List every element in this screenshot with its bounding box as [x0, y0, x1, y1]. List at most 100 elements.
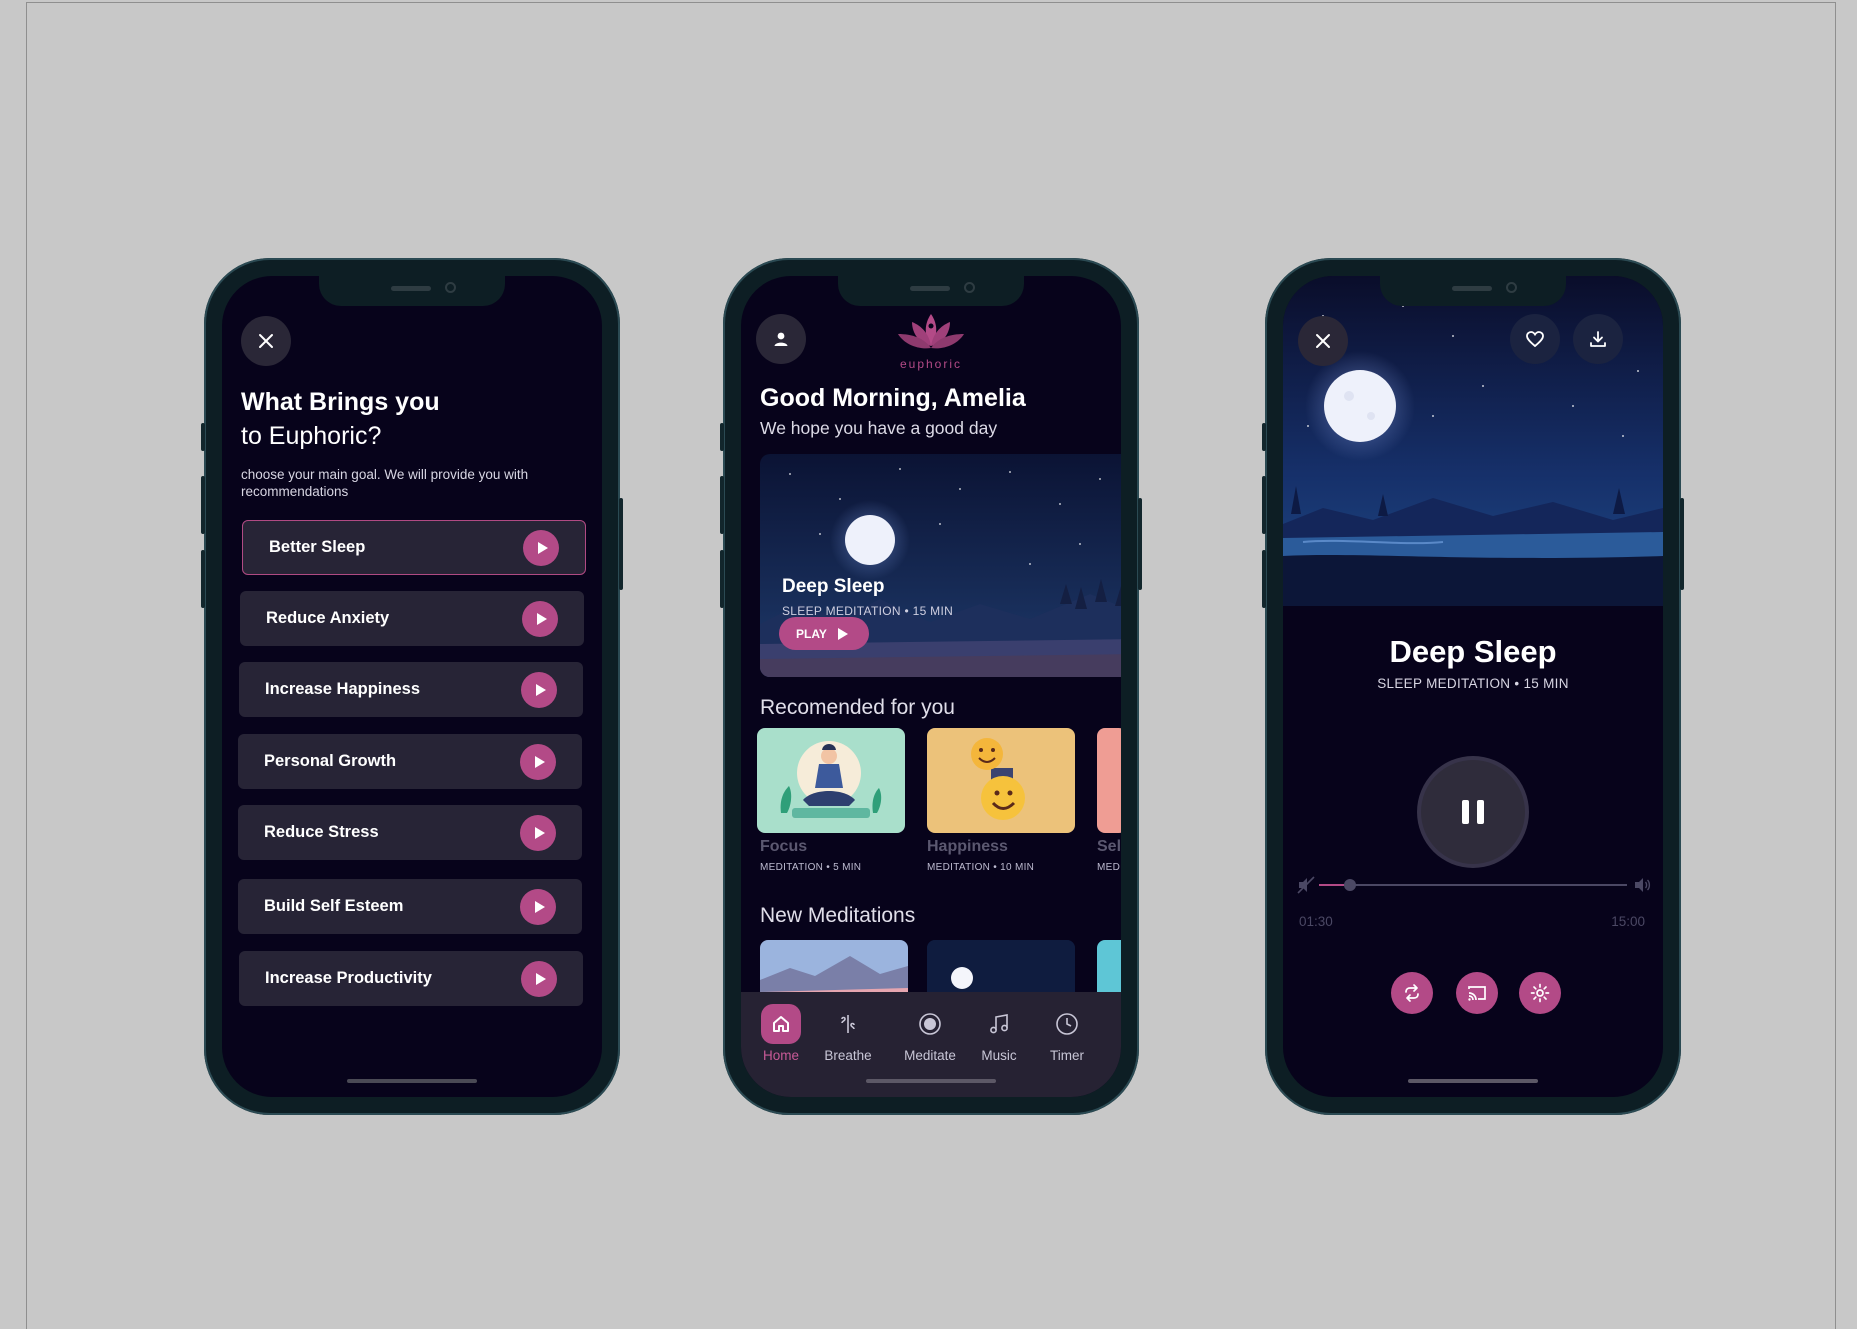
settings-button[interactable]: [1519, 972, 1561, 1014]
new-meditation-card[interactable]: [760, 940, 908, 1000]
recommended-meta: MEDITATION • 5 MIN: [760, 862, 862, 873]
goal-label: Better Sleep: [269, 538, 366, 556]
nav-label: Meditate: [904, 1048, 956, 1063]
user-icon: [774, 332, 788, 346]
phone-home: euphoric Good Morning, Amelia We hope yo…: [720, 258, 1142, 1115]
volume-icon[interactable]: [1633, 876, 1651, 894]
goal-label: Reduce Anxiety: [266, 609, 390, 627]
progress-knob[interactable]: [1343, 879, 1356, 891]
home-indicator[interactable]: [347, 1079, 477, 1083]
play-icon: [523, 529, 559, 566]
close-button[interactable]: [241, 316, 291, 366]
new-meditations-heading: New Meditations: [760, 904, 916, 927]
nav-home[interactable]: Home: [751, 1004, 811, 1063]
favorite-button[interactable]: [1510, 314, 1560, 364]
nav-breathe[interactable]: Breathe: [818, 1004, 878, 1063]
featured-play-button[interactable]: PLAY: [779, 617, 869, 650]
elapsed-time: 01:30: [1299, 914, 1333, 929]
recommended-heading: Recomended for you: [760, 696, 955, 719]
track-title: Deep Sleep: [1389, 634, 1557, 669]
brand-logo: euphoric: [891, 310, 971, 371]
lotus-icon: [898, 314, 964, 349]
goal-label: Personal Growth: [264, 752, 397, 770]
close-icon: [1316, 334, 1330, 348]
onboarding-screen: What Brings you to Euphoric? choose your…: [222, 276, 602, 1097]
phone-player: Deep Sleep SLEEP MEDITATION • 15 MIN 01:…: [1262, 258, 1684, 1115]
play-label: PLAY: [796, 626, 827, 641]
play-icon: [521, 960, 557, 997]
goal-option-reduce-stress[interactable]: Reduce Stress: [238, 805, 582, 860]
meditate-icon: [910, 1004, 950, 1044]
happy-faces-illustration: [971, 738, 1025, 820]
breathe-icon: [828, 1004, 868, 1044]
new-meditation-card[interactable]: [927, 940, 1075, 1000]
profile-button[interactable]: [756, 314, 806, 364]
mountain-sunset-image: [760, 940, 908, 1000]
featured-card[interactable]: Deep Sleep SLEEP MEDITATION • 15 MIN PLA…: [760, 454, 1121, 677]
recommended-title: Self: [1097, 838, 1121, 855]
play-icon: [522, 600, 558, 637]
close-icon: [259, 334, 273, 348]
recommended-card-happiness[interactable]: [927, 728, 1075, 833]
home-screen: euphoric Good Morning, Amelia We hope yo…: [741, 276, 1121, 1097]
featured-title: Deep Sleep: [782, 576, 885, 597]
player-screen: Deep Sleep SLEEP MEDITATION • 15 MIN 01:…: [1283, 276, 1663, 1097]
repeat-icon: [1405, 984, 1419, 1002]
goal-label: Increase Productivity: [265, 969, 432, 987]
goal-label: Build Self Esteem: [264, 897, 404, 915]
repeat-button[interactable]: [1391, 972, 1433, 1014]
nav-music[interactable]: Music: [969, 1004, 1029, 1063]
nav-timer[interactable]: Timer: [1037, 1004, 1097, 1063]
home-icon: [761, 1004, 801, 1044]
cast-button[interactable]: [1456, 972, 1498, 1014]
greeting-title: Good Morning, Amelia: [760, 384, 1026, 412]
close-button[interactable]: [1298, 316, 1348, 366]
goal-label: Reduce Stress: [264, 823, 379, 841]
page-description: choose your main goal. We will provide y…: [241, 467, 529, 499]
recommended-card-focus[interactable]: [757, 728, 905, 833]
download-button[interactable]: [1573, 314, 1623, 364]
featured-meta: SLEEP MEDITATION • 15 MIN: [782, 604, 954, 618]
greeting-subtitle: We hope you have a good day: [760, 418, 998, 438]
play-icon: [520, 888, 556, 925]
recommended-title: Happiness: [927, 838, 1008, 855]
brand-name: euphoric: [899, 357, 963, 371]
play-icon: [837, 627, 848, 640]
goal-option-increase-happiness[interactable]: Increase Happiness: [239, 662, 583, 717]
track-meta: SLEEP MEDITATION • 15 MIN: [1377, 676, 1569, 691]
nav-label: Music: [981, 1048, 1017, 1063]
timer-icon: [1047, 1004, 1087, 1044]
pause-icon: [1458, 800, 1488, 824]
total-duration: 15:00: [1611, 914, 1645, 929]
goal-option-better-sleep[interactable]: Better Sleep: [242, 520, 586, 575]
gear-icon: [1530, 983, 1550, 1003]
recommended-card-self[interactable]: [1097, 728, 1121, 833]
nav-label: Breathe: [824, 1048, 872, 1063]
goal-label: Increase Happiness: [265, 680, 420, 698]
progress-track[interactable]: [1319, 879, 1627, 891]
goal-option-build-self-esteem[interactable]: Build Self Esteem: [238, 879, 582, 934]
download-icon: [1590, 331, 1606, 347]
play-icon: [520, 743, 556, 780]
recommended-meta: MEDITATION • 10 MIN: [927, 862, 1035, 873]
goal-option-personal-growth[interactable]: Personal Growth: [238, 734, 582, 789]
home-indicator[interactable]: [866, 1079, 996, 1083]
recommended-meta: MEDI: [1097, 862, 1121, 873]
meditating-person-illustration: [780, 741, 882, 818]
cast-icon: [1468, 986, 1486, 1001]
play-icon: [520, 814, 556, 851]
new-meditation-card[interactable]: [1097, 940, 1121, 1000]
goal-option-increase-productivity[interactable]: Increase Productivity: [239, 951, 583, 1006]
goal-option-reduce-anxiety[interactable]: Reduce Anxiety: [240, 591, 584, 646]
nav-meditate[interactable]: Meditate: [890, 1004, 970, 1063]
page-subtitle: to Euphoric?: [241, 422, 382, 450]
nav-label: Timer: [1050, 1048, 1084, 1063]
pause-button[interactable]: [1421, 760, 1525, 864]
music-icon: [979, 1004, 1019, 1044]
recommended-title: Focus: [760, 838, 808, 855]
home-indicator[interactable]: [1408, 1079, 1538, 1083]
mute-icon[interactable]: [1297, 876, 1315, 894]
nav-label: Home: [762, 1048, 799, 1063]
moon-night-image: [927, 940, 1075, 1000]
phone-onboarding: What Brings you to Euphoric? choose your…: [201, 258, 623, 1115]
